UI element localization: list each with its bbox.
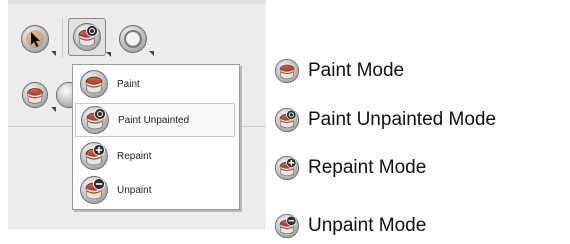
menu-item-repaint[interactable]: Repaint	[75, 139, 235, 173]
menu-item-label: Paint	[117, 78, 140, 90]
paint-bucket-tool-button[interactable]	[20, 80, 56, 112]
paint-unpainted-mode-icon	[80, 105, 110, 135]
repaint-mode-icon	[79, 141, 109, 171]
legend-unpaint-mode: Unpaint Mode	[274, 211, 426, 241]
select-tool-button[interactable]	[20, 24, 56, 56]
dropdown-indicator-icon	[51, 51, 56, 56]
legend-label: Unpaint Mode	[308, 215, 427, 236]
paint-mode-icon	[79, 69, 109, 99]
menu-item-label: Repaint	[117, 150, 152, 162]
toolbar-top-border	[8, 0, 266, 4]
unpaint-mode-icon	[79, 175, 109, 205]
menu-item-paint[interactable]: Paint	[75, 67, 235, 101]
paint-mode-menu: Paint Paint Unpainted Repaint Unpaint	[72, 64, 240, 210]
paint-mode-button[interactable]	[68, 18, 111, 57]
paint-unpainted-mode-icon	[274, 107, 300, 133]
menu-item-label: Unpaint	[117, 184, 152, 196]
paint-unpainted-mode-icon	[72, 22, 102, 52]
application-screenshot: Paint Paint Unpainted Repaint Unpaint	[8, 0, 266, 230]
ring-icon	[119, 25, 147, 53]
ring-tool-button[interactable]	[118, 24, 154, 56]
dropdown-indicator-icon	[106, 52, 111, 57]
paint-bucket-icon	[21, 81, 49, 109]
legend-paint-mode: Paint Mode	[274, 56, 404, 86]
select-arrow-icon	[21, 25, 49, 53]
repaint-mode-icon	[274, 155, 300, 181]
legend-label: Paint Mode	[308, 60, 405, 81]
legend-label: Repaint Mode	[308, 157, 427, 178]
menu-item-label: Paint Unpainted	[118, 114, 190, 126]
paint-mode-icon	[274, 58, 300, 84]
legend-paint-unpainted-mode: Paint Unpainted Mode	[274, 105, 496, 135]
legend-repaint-mode: Repaint Mode	[274, 153, 426, 183]
dropdown-indicator-icon	[149, 51, 154, 56]
legend-label: Paint Unpainted Mode	[308, 109, 497, 130]
unpaint-mode-icon	[274, 213, 300, 239]
menu-item-unpaint[interactable]: Unpaint	[75, 173, 235, 207]
menu-item-paint-unpainted[interactable]: Paint Unpainted	[75, 103, 235, 137]
toolbar-divider	[62, 18, 63, 58]
